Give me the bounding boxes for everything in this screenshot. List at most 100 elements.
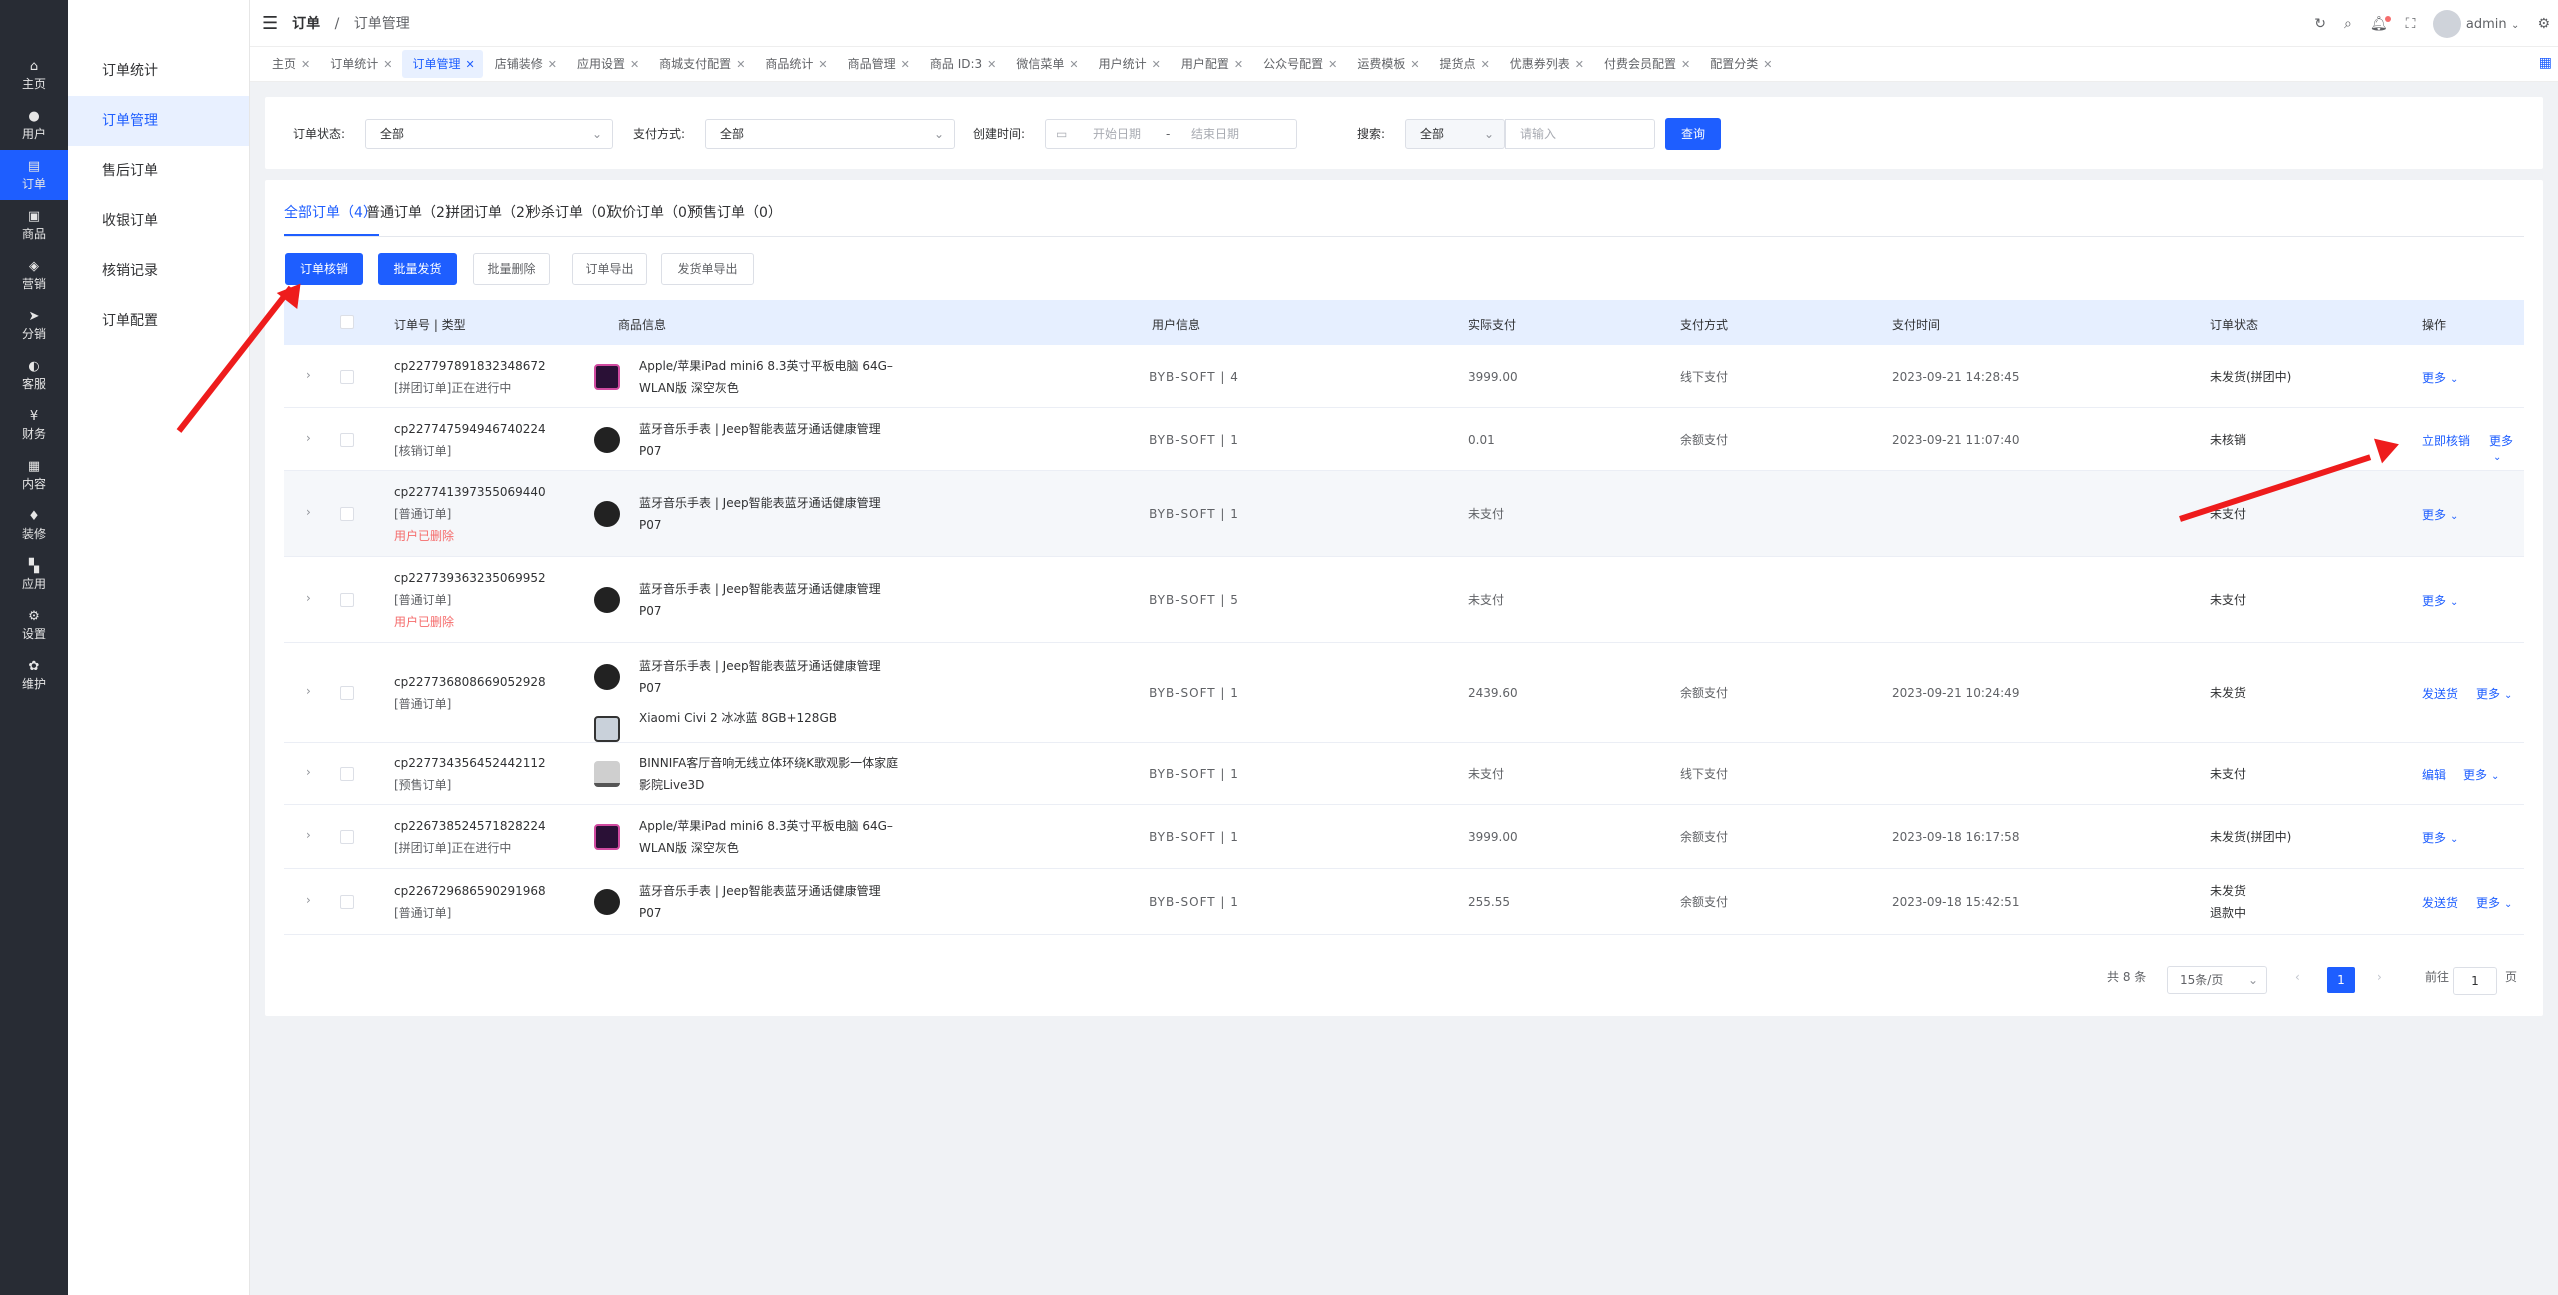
bell-icon[interactable]: 🔔︎ <box>2370 16 2391 32</box>
product-name[interactable]: Apple/苹果iPad mini6 8.3英寸平板电脑 64G–WLAN版 深… <box>639 355 904 399</box>
page-tab[interactable]: 付费会员配置 ✕ <box>1594 50 1698 78</box>
page-tab[interactable]: 商城支付配置 ✕ <box>649 50 753 78</box>
more-dropdown[interactable]: 更多⌄ <box>2422 592 2458 609</box>
page-tab[interactable]: 主页 ✕ <box>262 50 318 78</box>
close-icon[interactable]: ✕ <box>548 58 557 71</box>
row-primary-action[interactable]: 编辑 <box>2422 766 2446 783</box>
order-tab[interactable]: 砍价订单（0） <box>608 202 701 222</box>
page-tab[interactable]: 商品管理 ✕ <box>838 50 918 78</box>
expand-chevron-icon[interactable]: › <box>306 431 311 445</box>
order-tab[interactable]: 全部订单（4） <box>284 202 377 222</box>
product-name[interactable]: 蓝牙音乐手表 | Jeep智能表蓝牙通话健康管理 P07 <box>639 492 904 536</box>
page-tab[interactable]: 优惠券列表 ✕ <box>1500 50 1592 78</box>
product-name[interactable]: 蓝牙音乐手表 | Jeep智能表蓝牙通话健康管理 P07 <box>639 418 904 462</box>
product-name[interactable]: Xiaomi Civi 2 冰冰蓝 8GB+128GB <box>639 707 904 729</box>
row-primary-action[interactable]: 发送货 <box>2422 685 2458 702</box>
close-icon[interactable]: ✕ <box>630 58 639 71</box>
nav-item-content[interactable]: ▦ 内容 <box>0 450 68 500</box>
close-icon[interactable]: ✕ <box>1410 58 1419 71</box>
prev-page-icon[interactable]: ‹ <box>2295 970 2300 984</box>
search-type-select[interactable]: 全部 ⌄ <box>1405 119 1505 149</box>
hamburger-icon[interactable]: ☰ <box>262 13 278 34</box>
page-tab[interactable]: 应用设置 ✕ <box>567 50 647 78</box>
tabs-menu-icon[interactable]: ▦ <box>2539 55 2552 71</box>
submenu-item[interactable]: 售后订单 <box>68 146 249 196</box>
refresh-icon[interactable]: ↻ <box>2314 16 2326 32</box>
page-tab[interactable]: 商品统计 ✕ <box>755 50 835 78</box>
more-dropdown[interactable]: 更多⌄ <box>2463 766 2499 783</box>
more-dropdown[interactable]: 更多⌄ <box>2422 506 2458 523</box>
expand-chevron-icon[interactable]: › <box>306 368 311 382</box>
product-name[interactable]: Apple/苹果iPad mini6 8.3英寸平板电脑 64G–WLAN版 深… <box>639 815 904 859</box>
nav-item-home[interactable]: ⌂ 主页 <box>0 50 68 100</box>
action-button-2[interactable]: 批量删除 <box>473 253 550 285</box>
nav-item-user[interactable]: ● 用户 <box>0 100 68 150</box>
row-checkbox[interactable] <box>340 369 354 384</box>
row-checkbox[interactable] <box>340 686 354 700</box>
page-tab[interactable]: 用户统计 ✕ <box>1089 50 1169 78</box>
page-tab[interactable]: 店铺装修 ✕ <box>485 50 565 78</box>
expand-chevron-icon[interactable]: › <box>306 828 311 842</box>
order-tab[interactable]: 预售订单（0） <box>689 202 782 222</box>
row-checkbox[interactable] <box>340 507 354 521</box>
page-tab[interactable]: 订单管理 ✕ <box>402 50 483 78</box>
close-icon[interactable]: ✕ <box>1234 58 1243 71</box>
row-checkbox[interactable] <box>340 830 354 844</box>
page-number-current[interactable]: 1 <box>2327 967 2355 993</box>
close-icon[interactable]: ✕ <box>901 58 910 71</box>
search-icon[interactable]: ⌕ <box>2344 16 2352 32</box>
breadcrumb-root[interactable]: 订单 <box>292 16 320 32</box>
close-icon[interactable]: ✕ <box>736 58 745 71</box>
expand-chevron-icon[interactable]: › <box>306 591 311 605</box>
page-size-select[interactable]: 15条/页 ⌄ <box>2167 966 2267 994</box>
page-tab[interactable]: 公众号配置 ✕ <box>1253 50 1345 78</box>
nav-item-app[interactable]: ▚ 应用 <box>0 550 68 600</box>
fullscreen-icon[interactable]: ⛶ <box>2406 16 2416 32</box>
close-icon[interactable]: ✕ <box>1763 58 1772 71</box>
page-tab[interactable]: 订单统计 ✕ <box>320 50 400 78</box>
page-tab[interactable]: 用户配置 ✕ <box>1171 50 1251 78</box>
close-icon[interactable]: ✕ <box>1328 58 1337 71</box>
close-icon[interactable]: ✕ <box>465 58 474 71</box>
submenu-item[interactable]: 核销记录 <box>68 246 249 296</box>
row-primary-action[interactable]: 发送货 <box>2422 894 2458 911</box>
order-tab[interactable]: 普通订单（2） <box>366 202 459 222</box>
close-icon[interactable]: ✕ <box>1681 58 1690 71</box>
close-icon[interactable]: ✕ <box>1575 58 1584 71</box>
product-name[interactable]: 蓝牙音乐手表 | Jeep智能表蓝牙通话健康管理 P07 <box>639 578 904 622</box>
close-icon[interactable]: ✕ <box>301 58 310 71</box>
nav-item-maintain[interactable]: ✿ 维护 <box>0 650 68 700</box>
order-tab[interactable]: 拼团订单（2） <box>446 202 539 222</box>
product-name[interactable]: 蓝牙音乐手表 | Jeep智能表蓝牙通话健康管理 P07 <box>639 655 904 699</box>
row-checkbox[interactable] <box>340 593 354 607</box>
next-page-icon[interactable]: › <box>2377 970 2382 984</box>
row-checkbox[interactable] <box>340 767 354 781</box>
status-select[interactable]: 全部 ⌄ <box>365 119 613 149</box>
action-button-1[interactable]: 批量发货 <box>378 253 457 285</box>
expand-chevron-icon[interactable]: › <box>306 765 311 779</box>
close-icon[interactable]: ✕ <box>1152 58 1161 71</box>
goto-page-input[interactable]: 1 <box>2453 967 2497 995</box>
row-checkbox[interactable] <box>340 895 354 909</box>
page-tab[interactable]: 提货点 ✕ <box>1430 50 1498 78</box>
user-menu[interactable]: admin ⌄ <box>2433 10 2519 38</box>
nav-item-settings[interactable]: ⚙ 设置 <box>0 600 68 650</box>
submenu-item[interactable]: 订单配置 <box>68 296 249 346</box>
nav-item-goods[interactable]: ▣ 商品 <box>0 200 68 250</box>
search-input[interactable]: 请输入 <box>1505 119 1655 149</box>
row-checkbox[interactable] <box>340 432 354 447</box>
nav-item-order[interactable]: ▤ 订单 <box>0 150 68 200</box>
page-tab[interactable]: 配置分类 ✕ <box>1700 50 1780 78</box>
nav-item-distribution[interactable]: ➤ 分销 <box>0 300 68 350</box>
page-tab[interactable]: 运费模板 ✕ <box>1347 50 1427 78</box>
expand-chevron-icon[interactable]: › <box>306 893 311 907</box>
more-dropdown[interactable]: 更多⌄ <box>2422 369 2458 386</box>
query-button[interactable]: 查询 <box>1665 118 1721 150</box>
close-icon[interactable]: ✕ <box>383 58 392 71</box>
order-tab[interactable]: 秒杀订单（0） <box>527 202 620 222</box>
page-tab[interactable]: 微信菜单 ✕ <box>1006 50 1086 78</box>
row-primary-action[interactable]: 立即核销 <box>2422 432 2470 449</box>
product-name[interactable]: 蓝牙音乐手表 | Jeep智能表蓝牙通话健康管理 P07 <box>639 880 904 924</box>
nav-item-marketing[interactable]: ◈ 营销 <box>0 250 68 300</box>
page-tab[interactable]: 商品 ID:3 ✕ <box>920 50 1005 78</box>
